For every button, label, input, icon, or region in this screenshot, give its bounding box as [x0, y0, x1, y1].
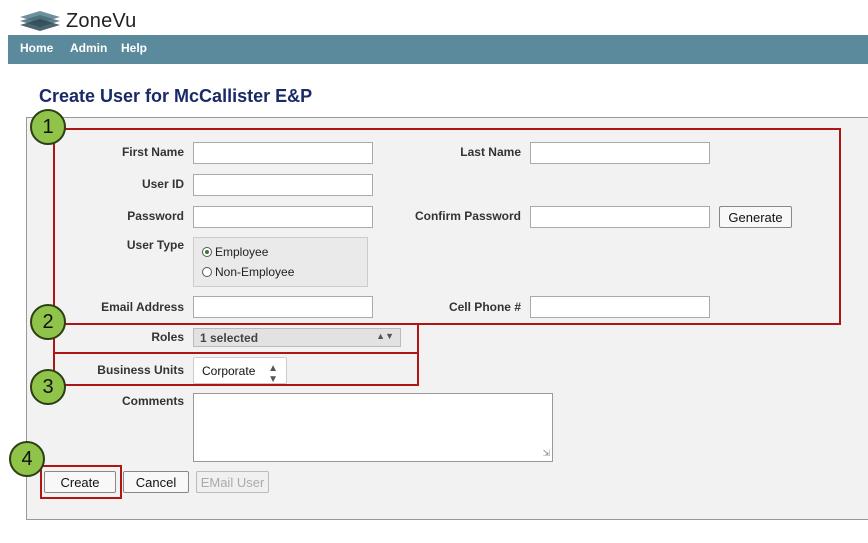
callout-badge-3: 3 — [30, 369, 66, 405]
callout-highlight-4 — [40, 465, 122, 499]
callout-highlight-1 — [53, 128, 841, 325]
zonevu-logo-icon — [20, 11, 60, 31]
page-title: Create User for McCallister E&P — [39, 86, 313, 106]
app-logo-text: ZoneVu — [66, 9, 137, 32]
app-logo[interactable]: ZoneVu — [18, 8, 137, 34]
callout-badge-1: 1 — [30, 109, 66, 145]
callout-badge-2: 2 — [30, 304, 66, 340]
comments-label: Comments — [121, 394, 184, 408]
callout-badge-4: 4 — [9, 441, 45, 477]
nav-item-help[interactable]: Help — [121, 41, 147, 55]
resize-grip-icon[interactable]: ⇲ — [542, 448, 550, 459]
nav-item-home[interactable]: Home — [20, 41, 53, 55]
nav-item-admin[interactable]: Admin — [70, 41, 107, 55]
callout-highlight-3 — [53, 352, 419, 386]
callout-highlight-2 — [53, 323, 419, 354]
email-user-button[interactable]: EMail User — [196, 471, 269, 493]
comments-textarea[interactable]: ⇲ — [193, 393, 553, 462]
main-nav: Home Admin Help — [8, 35, 868, 64]
cancel-button[interactable]: Cancel — [123, 471, 189, 493]
